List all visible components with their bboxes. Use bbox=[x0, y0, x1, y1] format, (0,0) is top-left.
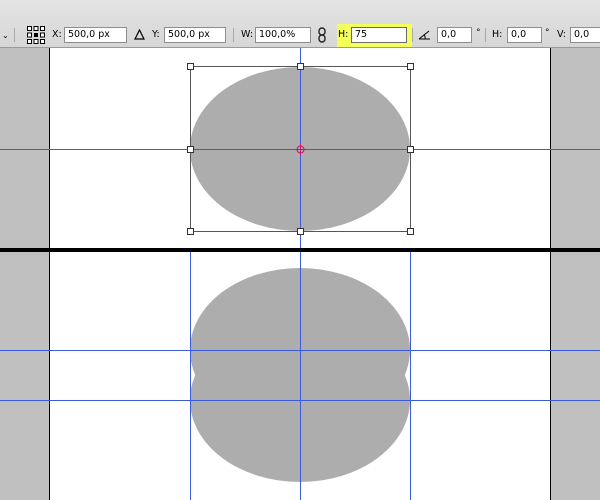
document-canvas[interactable] bbox=[0, 48, 600, 500]
height-field[interactable]: 75 bbox=[351, 27, 407, 43]
options-divider bbox=[233, 28, 234, 42]
panel-separator bbox=[0, 248, 600, 252]
h-label: H: bbox=[338, 29, 349, 40]
handle-top-center[interactable] bbox=[297, 63, 304, 70]
handle-middle-right[interactable] bbox=[407, 146, 414, 153]
tool-preset-chevron-icon[interactable]: ⌄ bbox=[2, 29, 9, 43]
options-divider bbox=[485, 28, 486, 42]
skew-v-label: V: bbox=[557, 29, 566, 40]
options-divider bbox=[412, 28, 413, 42]
options-divider bbox=[14, 28, 15, 42]
angle-unit: ° bbox=[476, 28, 481, 38]
handle-top-right[interactable] bbox=[407, 63, 414, 70]
y-label: Y: bbox=[152, 29, 160, 40]
triangle-delta-icon[interactable] bbox=[134, 29, 145, 40]
rotate-angle-icon[interactable] bbox=[418, 29, 431, 40]
skew-horizontal-field[interactable]: 0,0 bbox=[507, 27, 542, 43]
rotation-angle-field[interactable]: 0,0 bbox=[437, 27, 472, 43]
width-percent-field[interactable]: 100,0% bbox=[255, 27, 311, 43]
canvas-drawing bbox=[0, 48, 600, 500]
skew-h-unit: ° bbox=[545, 28, 550, 38]
transform-options-bar: ⌄ X: 500,0 px Y: 500,0 px W: 100,0% H: 7… bbox=[0, 0, 600, 48]
handle-bottom-left[interactable] bbox=[187, 228, 194, 235]
skew-h-label: H: bbox=[492, 29, 503, 40]
x-position-field[interactable]: 500,0 px bbox=[64, 27, 127, 43]
x-label: X: bbox=[52, 29, 62, 40]
handle-top-left[interactable] bbox=[187, 63, 194, 70]
handle-bottom-right[interactable] bbox=[407, 228, 414, 235]
handle-middle-left[interactable] bbox=[187, 146, 194, 153]
chain-link-icon[interactable] bbox=[317, 27, 327, 43]
w-label: W: bbox=[241, 29, 254, 40]
handle-bottom-center[interactable] bbox=[297, 228, 304, 235]
skew-vertical-field[interactable]: 0,0 bbox=[570, 27, 600, 43]
reference-point-grid-icon[interactable] bbox=[26, 25, 46, 45]
y-position-field[interactable]: 500,0 px bbox=[164, 27, 226, 43]
